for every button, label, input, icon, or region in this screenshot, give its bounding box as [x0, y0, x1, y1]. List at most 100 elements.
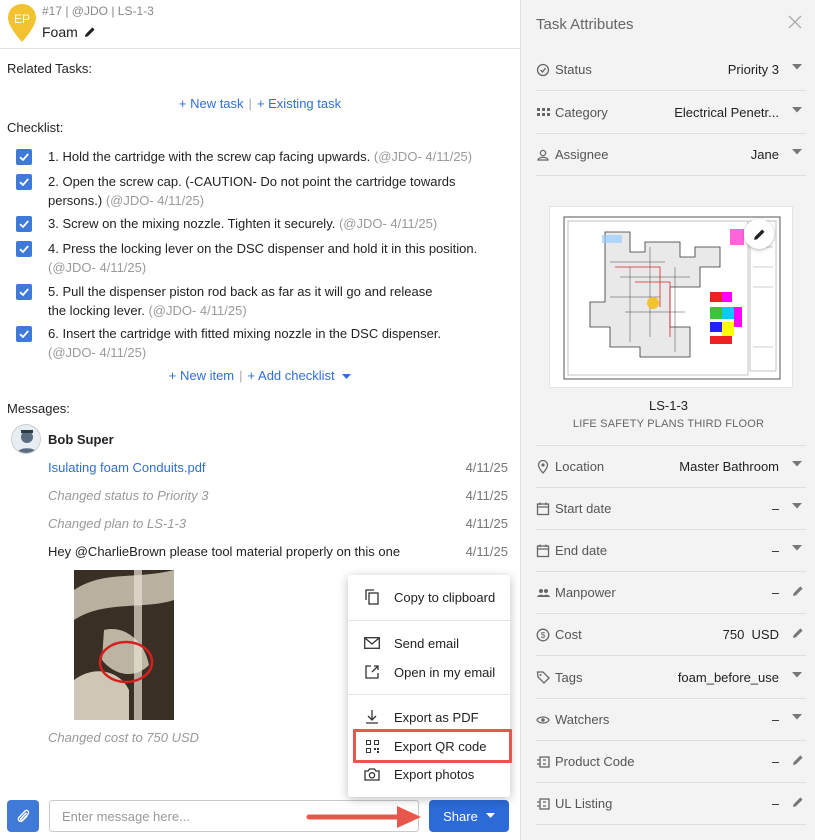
attribute-label: Cost — [555, 627, 582, 642]
menu-item-send-email[interactable]: Send email — [348, 630, 510, 656]
checklist-item: 5. Pull the dispenser piston rod back as… — [48, 282, 453, 320]
attribute-start-date[interactable]: Start date – — [536, 488, 806, 530]
chevron-down-icon[interactable] — [792, 545, 804, 557]
checklist-checkbox[interactable] — [16, 241, 32, 257]
camera-icon — [363, 765, 381, 783]
attribute-product-code[interactable]: Product Code – — [536, 741, 806, 783]
attribute-watchers[interactable]: Watchers – — [536, 699, 806, 741]
checklist-checkbox[interactable] — [16, 284, 32, 300]
attachment-link[interactable]: Isulating foam Conduits.pdf — [48, 460, 206, 475]
panel-title: Task Attributes — [536, 16, 634, 33]
attribute-location[interactable]: Location Master Bathroom — [536, 446, 806, 488]
share-menu: Copy to clipboard Send email Open in my … — [348, 575, 510, 797]
chevron-down-icon[interactable] — [342, 373, 352, 380]
menu-item-copy-to-clipboard[interactable]: Copy to clipboard — [348, 584, 510, 610]
chevron-down-icon[interactable] — [792, 107, 804, 119]
menu-divider — [348, 694, 510, 695]
attribute-value: Jane — [750, 147, 779, 162]
person-icon — [536, 147, 552, 163]
chevron-down-icon[interactable] — [792, 461, 804, 473]
checklist-checkbox[interactable] — [16, 174, 32, 190]
share-button-label: Share — [443, 808, 478, 824]
attribute-label: Location — [555, 459, 605, 474]
checklist-item: 4. Press the locking lever on the DSC di… — [48, 239, 478, 277]
attribute-label: UL Listing — [555, 796, 613, 811]
chevron-down-icon[interactable] — [792, 714, 804, 726]
new-task-link[interactable]: + New task — [179, 96, 244, 111]
attribute-value: – — [771, 754, 779, 769]
task-title[interactable]: Foam — [42, 24, 96, 40]
message-activity: Changed status to Priority 3 — [48, 488, 209, 503]
existing-task-link[interactable]: + Existing task — [257, 96, 341, 111]
message-activity: Changed plan to LS-1-3 — [48, 516, 187, 531]
checklist-checkbox[interactable] — [16, 216, 32, 232]
attribute-manpower[interactable]: Manpower – — [536, 572, 806, 614]
checklist-item: 6. Insert the cartridge with fitted mixi… — [48, 324, 478, 362]
menu-item-export-as-pdf[interactable]: Export as PDF — [348, 704, 510, 730]
attribute-cost[interactable]: $ Cost 750 USD — [536, 614, 806, 656]
pencil-icon[interactable] — [84, 26, 96, 38]
checklist-item-meta: (@JDO- 4/11/25) — [105, 193, 205, 208]
attribute-assignee[interactable]: Assignee Jane — [536, 134, 806, 176]
custom-field-icon — [536, 796, 552, 812]
people-icon — [536, 585, 552, 601]
checklist-item-text: 1. Hold the cartridge with the screw cap… — [48, 149, 371, 164]
attribute-category[interactable]: Category Electrical Penetr... — [536, 92, 806, 134]
eye-icon — [536, 712, 552, 728]
tag-icon — [536, 670, 552, 686]
pencil-icon[interactable] — [792, 754, 804, 766]
chevron-down-icon[interactable] — [792, 503, 804, 515]
message-text: Hey @CharlieBrown please tool material p… — [48, 544, 401, 559]
checklist-label: Checklist: — [7, 120, 64, 135]
checklist-item-meta: (@JDO- 4/11/25) — [373, 149, 473, 164]
attribute-label: Status — [555, 62, 592, 77]
highlight-box — [353, 729, 512, 763]
edit-plan-button[interactable] — [744, 219, 774, 249]
attribute-value: – — [771, 585, 779, 600]
attribute-value: Master Bathroom — [679, 459, 779, 474]
menu-item-label: Send email — [394, 635, 460, 651]
close-icon[interactable] — [788, 15, 802, 29]
attribute-end-date[interactable]: End date – — [536, 530, 806, 572]
message-date: 4/11/25 — [465, 488, 508, 503]
messages-label: Messages: — [7, 401, 70, 416]
attribute-value: 750 USD — [722, 627, 779, 642]
mail-icon — [363, 634, 381, 652]
share-button[interactable]: Share — [429, 800, 509, 832]
related-task-actions: + New task | + Existing task — [0, 96, 520, 111]
attribute-status[interactable]: Status Priority 3 — [536, 49, 806, 91]
related-tasks-label: Related Tasks: — [7, 61, 93, 76]
attribute-tags[interactable]: Tags foam_before_use — [536, 657, 806, 699]
attach-button[interactable] — [7, 800, 39, 832]
new-item-link[interactable]: + New item — [169, 368, 234, 383]
pencil-icon[interactable] — [792, 796, 804, 808]
task-title-text: Foam — [42, 24, 78, 40]
attribute-value: – — [771, 543, 779, 558]
plan-name: LIFE SAFETY PLANS THIRD FLOOR — [572, 418, 765, 430]
annotation-arrow-icon — [305, 803, 423, 831]
menu-item-export-photos[interactable]: Export photos — [348, 761, 510, 787]
status-check-icon — [536, 62, 552, 78]
menu-divider — [348, 620, 510, 621]
plan-thumbnail[interactable] — [549, 206, 793, 388]
pencil-icon[interactable] — [792, 627, 804, 639]
chevron-down-icon[interactable] — [792, 149, 804, 161]
separator: | — [248, 96, 252, 111]
message-photo[interactable] — [74, 570, 174, 720]
message-author: Bob Super — [48, 432, 114, 447]
add-checklist-link[interactable]: + Add checklist — [248, 368, 335, 383]
attribute-value: foam_before_use — [677, 670, 779, 685]
checklist-checkbox[interactable] — [16, 326, 32, 342]
checklist-item-text: 6. Insert the cartridge with fitted mixi… — [48, 326, 442, 341]
menu-item-open-in-my-email[interactable]: Open in my email — [348, 659, 510, 685]
attribute-ul-listing[interactable]: UL Listing – — [536, 783, 806, 825]
external-link-icon — [363, 663, 381, 681]
paperclip-icon — [16, 808, 30, 824]
menu-item-label: Copy to clipboard — [394, 589, 496, 605]
checklist-checkbox[interactable] — [16, 149, 32, 165]
chevron-down-icon[interactable] — [792, 64, 804, 76]
copy-icon — [363, 588, 381, 606]
chevron-down-icon[interactable] — [792, 672, 804, 684]
pencil-icon[interactable] — [792, 585, 804, 597]
checklist-item-meta: (@JDO- 4/11/25) — [48, 345, 147, 360]
